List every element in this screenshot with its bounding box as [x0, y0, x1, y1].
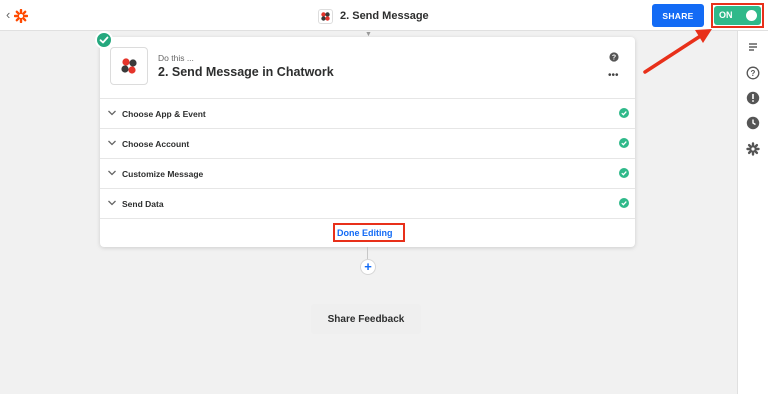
- toggle-knob: [746, 10, 757, 21]
- chevron-down-icon: [108, 170, 116, 176]
- check-circle-icon: [619, 138, 629, 148]
- action-step-card[interactable]: Do this ... 2. Send Message in Chatwork …: [95, 31, 635, 247]
- check-circle-icon: [619, 108, 629, 118]
- back-chevron-icon[interactable]: ‹: [6, 8, 10, 22]
- chatwork-logo-icon: [318, 8, 333, 24]
- toggle-label: ON: [719, 10, 733, 20]
- check-circle-icon: [619, 168, 629, 178]
- help-icon[interactable]: ?: [746, 66, 760, 80]
- step-section-label: Customize Message: [122, 169, 204, 179]
- connector-line: [367, 247, 368, 259]
- zapier-logo-icon[interactable]: [14, 9, 28, 23]
- chevron-down-icon: [108, 110, 116, 116]
- step-section-label: Send Data: [122, 199, 164, 209]
- check-circle-icon: [619, 198, 629, 208]
- more-options-icon[interactable]: •••: [608, 70, 619, 81]
- step-section-label: Choose Account: [122, 139, 190, 149]
- chevron-down-icon: [108, 140, 116, 146]
- done-editing-row: Done Editing: [100, 218, 635, 247]
- details-icon[interactable]: [746, 40, 760, 54]
- step-section-label: Choose App & Event: [122, 109, 206, 119]
- add-step-button[interactable]: +: [360, 259, 376, 275]
- zap-on-off-toggle[interactable]: ON: [714, 6, 761, 25]
- question-circle-icon[interactable]: ?: [609, 52, 619, 62]
- alert-icon[interactable]: [746, 91, 760, 105]
- done-editing-button[interactable]: Done Editing: [337, 228, 393, 238]
- history-icon[interactable]: [746, 116, 760, 130]
- step-eyebrow: Do this ...: [158, 53, 194, 63]
- step-complete-check-icon: [95, 31, 113, 49]
- chatwork-app-logo-icon: [110, 47, 148, 85]
- zap-step-title: 2. Send Message: [318, 7, 429, 25]
- settings-icon[interactable]: [746, 142, 760, 156]
- step-section-customize-message[interactable]: Customize Message: [100, 158, 635, 188]
- step-title: 2. Send Message in Chatwork: [158, 65, 334, 79]
- share-button[interactable]: SHARE: [652, 4, 704, 27]
- step-section-choose-account[interactable]: Choose Account: [100, 128, 635, 158]
- step-section-choose-app-event[interactable]: Choose App & Event: [100, 98, 635, 128]
- chevron-down-icon: [108, 200, 116, 206]
- svg-text:?: ?: [612, 55, 616, 62]
- step-section-list: Choose App & Event Choose Account Custom…: [100, 98, 635, 218]
- svg-text:?: ?: [751, 69, 756, 78]
- page-title: 2. Send Message: [340, 10, 429, 22]
- right-sidebar: ?: [737, 31, 768, 394]
- annotation-arrow-icon: [643, 29, 712, 74]
- share-feedback-button[interactable]: Share Feedback: [311, 304, 421, 334]
- step-section-send-data[interactable]: Send Data: [100, 188, 635, 218]
